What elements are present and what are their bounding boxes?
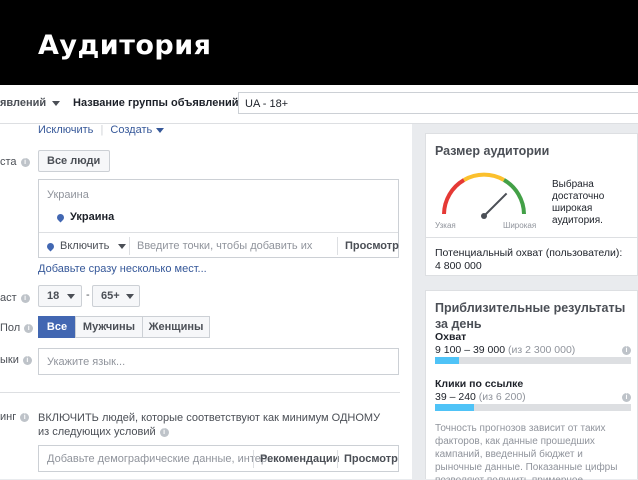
location-pin-icon bbox=[45, 241, 56, 252]
location-type-value: Все люди bbox=[47, 155, 101, 167]
location-search-input[interactable]: Введите точки, чтобы добавить их bbox=[137, 240, 312, 252]
age-dash: - bbox=[86, 289, 90, 301]
targeting-description-text: ВКЛЮЧИТЬ людей, которые соответствуют ка… bbox=[38, 412, 381, 438]
potential-reach-label: Потенциальный охват (пользователи): bbox=[435, 247, 623, 259]
language-label: ыки i bbox=[0, 354, 32, 366]
info-icon[interactable]: i bbox=[20, 412, 30, 422]
adset-name-label: Название группы объявленийi bbox=[73, 97, 252, 109]
include-dropdown[interactable]: Включить bbox=[45, 240, 127, 252]
create-link-text: Создать bbox=[110, 124, 153, 136]
chevron-down-icon bbox=[67, 293, 76, 299]
location-label: ста i bbox=[0, 156, 30, 168]
gauge-narrow-label: Узкая bbox=[435, 221, 456, 230]
location-browse-button[interactable]: Просмотр bbox=[345, 240, 399, 252]
audience-form: Исключить | Создать ста i Все люди Украин… bbox=[0, 124, 412, 479]
gender-label-text: Пол bbox=[0, 322, 21, 334]
link-divider: | bbox=[100, 124, 104, 136]
gauge-needle bbox=[483, 192, 508, 217]
previous-field-dropdown[interactable]: явлений bbox=[0, 97, 61, 109]
chevron-down-icon bbox=[156, 127, 165, 133]
divider bbox=[253, 450, 254, 468]
clicks-range-value: 39 – 240 bbox=[435, 391, 476, 403]
detailed-targeting-label: инг i bbox=[0, 411, 30, 423]
info-icon[interactable]: i bbox=[622, 393, 631, 402]
language-input[interactable]: Укажите язык... bbox=[38, 348, 399, 375]
audience-size-title: Размер аудитории bbox=[435, 144, 550, 158]
clicks-progress-bar bbox=[435, 404, 631, 411]
adset-top-bar: явлений Название группы объявленийi UA -… bbox=[0, 85, 638, 124]
daily-results-card: Приблизительные результаты за день Охват… bbox=[425, 290, 638, 480]
gauge-broad-label: Широкая bbox=[503, 221, 537, 230]
exclude-link[interactable]: Исключить bbox=[38, 124, 93, 136]
info-icon[interactable]: i bbox=[20, 157, 30, 167]
gender-male-button[interactable]: Мужчины bbox=[75, 316, 143, 338]
country-item: Украина bbox=[55, 211, 115, 223]
reach-label: Охват bbox=[435, 331, 467, 343]
targeting-search-input[interactable]: Добавьте демографические данные, интер..… bbox=[47, 453, 276, 465]
divider bbox=[337, 237, 338, 255]
info-icon[interactable]: i bbox=[622, 346, 631, 355]
clicks-total: (из 6 200) bbox=[478, 391, 526, 403]
reach-progress-bar bbox=[435, 357, 631, 364]
detailed-targeting-label-text: инг bbox=[0, 411, 17, 423]
info-icon[interactable]: i bbox=[159, 427, 169, 437]
slide-header: Аудитория bbox=[0, 0, 638, 85]
divider bbox=[129, 237, 130, 255]
include-label: Включить bbox=[60, 240, 110, 252]
country-item-label: Украина bbox=[70, 211, 115, 223]
suggestions-button[interactable]: Рекомендации bbox=[260, 453, 339, 465]
previous-field-label: явлений bbox=[0, 97, 47, 109]
age-min-select[interactable]: 18 bbox=[38, 285, 82, 307]
chevron-down-icon bbox=[125, 293, 134, 299]
age-label-text: аст bbox=[0, 292, 17, 304]
right-sidebar: Размер аудитории Узкая Широкая Выбрана д… bbox=[412, 124, 638, 480]
audience-size-card: Размер аудитории Узкая Широкая Выбрана д… bbox=[425, 133, 638, 276]
reach-total: (из 2 300 000) bbox=[508, 344, 576, 356]
page-title: Аудитория bbox=[38, 30, 212, 61]
divider bbox=[426, 237, 637, 238]
targeting-browse-button[interactable]: Просмотр bbox=[344, 453, 398, 465]
info-icon[interactable]: i bbox=[22, 355, 32, 365]
audience-size-description: Выбрана достаточно широкая аудитория. bbox=[552, 179, 605, 226]
targeting-description: ВКЛЮЧИТЬ людей, которые соответствуют ка… bbox=[38, 411, 383, 439]
bulk-locations-link[interactable]: Добавьте сразу несколько мест... bbox=[38, 263, 207, 275]
location-label-text: ста bbox=[0, 156, 17, 168]
reach-range: 9 100 – 39 000 (из 2 300 000) bbox=[435, 344, 575, 356]
chevron-down-icon bbox=[118, 243, 127, 249]
location-pin-icon bbox=[55, 212, 66, 223]
audience-links: Исключить | Создать bbox=[38, 124, 165, 136]
chevron-down-icon bbox=[52, 100, 61, 106]
daily-results-title: Приблизительные результаты за день bbox=[435, 301, 626, 331]
divider bbox=[337, 450, 338, 468]
age-label: аст i bbox=[0, 292, 30, 304]
clicks-label: Клики по ссылке bbox=[435, 378, 524, 390]
location-box: Украина Украина Включить Введите точки, … bbox=[38, 179, 399, 258]
age-min-value: 18 bbox=[47, 290, 60, 302]
age-max-value: 65+ bbox=[101, 290, 120, 302]
clicks-progress-fill bbox=[435, 404, 475, 411]
reach-progress-fill bbox=[435, 357, 459, 364]
section-divider bbox=[0, 392, 400, 393]
targeting-input-row: Добавьте демографические данные, интер..… bbox=[38, 445, 399, 472]
info-icon[interactable]: i bbox=[24, 323, 34, 333]
age-max-select[interactable]: 65+ bbox=[92, 285, 140, 307]
create-link[interactable]: Создать bbox=[110, 124, 165, 136]
adset-name-label-text: Название группы объявлений bbox=[73, 97, 239, 109]
location-input-row: Включить Введите точки, чтобы добавить и… bbox=[39, 232, 399, 259]
location-type-select[interactable]: Все люди bbox=[38, 150, 110, 184]
adset-name-input[interactable]: UA - 18+ bbox=[238, 92, 638, 114]
info-icon[interactable]: i bbox=[20, 293, 30, 303]
forecast-note: Точность прогнозов зависит от таких факт… bbox=[435, 423, 618, 480]
gauge-pivot bbox=[481, 213, 487, 219]
country-group-header: Украина bbox=[47, 189, 89, 201]
clicks-range: 39 – 240 (из 6 200) bbox=[435, 391, 526, 403]
gender-label: Пол i bbox=[0, 322, 34, 334]
reach-range-value: 9 100 – 39 000 bbox=[435, 344, 506, 356]
audience-gauge-icon bbox=[442, 172, 526, 219]
potential-reach-value: 4 800 000 bbox=[435, 260, 482, 272]
gender-all-button[interactable]: Все bbox=[38, 316, 76, 338]
gender-female-button[interactable]: Женщины bbox=[142, 316, 210, 338]
language-label-text: ыки bbox=[0, 354, 19, 366]
